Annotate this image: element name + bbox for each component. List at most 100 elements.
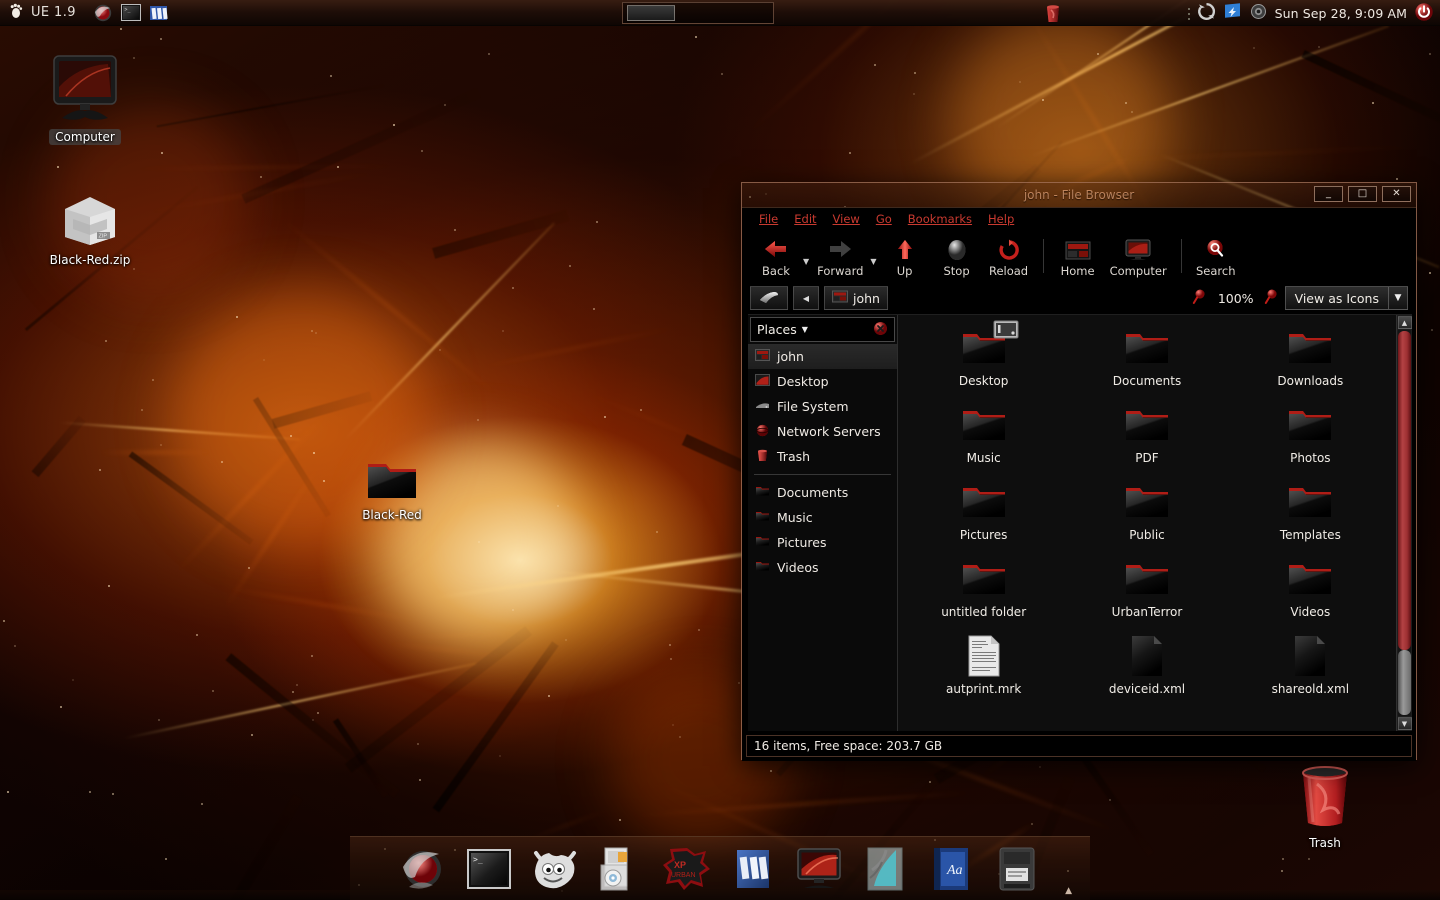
- file-item[interactable]: untitled folder: [902, 554, 1065, 631]
- file-item[interactable]: Photos: [1229, 400, 1392, 477]
- file-item[interactable]: PDF: [1065, 400, 1228, 477]
- sidebar-item-music[interactable]: Music: [748, 505, 897, 530]
- breadcrumb-prev-button[interactable]: ◀: [793, 286, 819, 310]
- terminal-icon[interactable]: >_: [120, 3, 142, 23]
- desktop-icon-label: Trash: [1303, 835, 1347, 851]
- menu-view[interactable]: View: [826, 210, 867, 228]
- printer-icon[interactable]: [989, 843, 1045, 895]
- file-item[interactable]: shareold.xml: [1229, 631, 1392, 708]
- reload-button-label: Reload: [989, 264, 1028, 278]
- location-edit-button[interactable]: [750, 286, 788, 310]
- file-item[interactable]: deviceid.xml: [1065, 631, 1228, 708]
- breadcrumb-left-arrow-icon: ◀: [803, 294, 809, 303]
- vertical-scrollbar[interactable]: ▲ ▼: [1396, 315, 1412, 731]
- menu-go[interactable]: Go: [869, 210, 899, 228]
- game-icon[interactable]: XP URBAN: [659, 843, 715, 895]
- web-browser-icon[interactable]: [92, 3, 114, 23]
- computer-button[interactable]: Computer: [1104, 234, 1173, 279]
- zoom-out-icon[interactable]: [1192, 288, 1208, 309]
- applications-menu-button[interactable]: UE 1.9: [0, 0, 76, 25]
- file-item[interactable]: autprint.mrk: [902, 631, 1065, 708]
- desktop-icon-trash[interactable]: Trash: [1270, 768, 1380, 851]
- sidebar-item-desktop[interactable]: Desktop: [748, 369, 897, 394]
- power-icon[interactable]: [1414, 2, 1434, 25]
- menu-file[interactable]: File: [752, 210, 785, 228]
- minimize-button[interactable]: _: [1314, 186, 1343, 202]
- desktop-icon-computer[interactable]: Computer: [30, 62, 140, 145]
- sidebar-item-file-system[interactable]: File System: [748, 394, 897, 419]
- chevron-down-icon: ▼: [1389, 293, 1407, 303]
- applications-menu-label: UE 1.9: [31, 5, 76, 20]
- location-bar: ◀ john 100% View as Icons ▼: [742, 282, 1416, 314]
- maximize-button[interactable]: □: [1348, 186, 1377, 202]
- files-icon[interactable]: [725, 843, 781, 895]
- update-manager-icon[interactable]: [1197, 2, 1216, 24]
- back-dropdown-icon[interactable]: ▼: [803, 257, 809, 266]
- close-button[interactable]: ✕: [1382, 186, 1411, 202]
- sidebar-item-videos[interactable]: Videos: [748, 555, 897, 580]
- close-sidebar-icon[interactable]: [873, 321, 888, 339]
- sidebar-item-pictures[interactable]: Pictures: [748, 530, 897, 555]
- clock[interactable]: Sun Sep 28, 9:09 AM: [1275, 6, 1407, 21]
- file-item[interactable]: Videos: [1229, 554, 1392, 631]
- search-button[interactable]: Search: [1190, 234, 1242, 279]
- file-item[interactable]: Music: [902, 400, 1065, 477]
- network-icon[interactable]: [1223, 2, 1242, 24]
- stop-button[interactable]: Stop: [931, 234, 983, 279]
- sidebar-item-network-servers[interactable]: Network Servers: [748, 419, 897, 444]
- sidebar-item-label: Network Servers: [777, 424, 881, 439]
- sidebar-item-john[interactable]: john: [748, 344, 897, 369]
- media-icon[interactable]: [857, 843, 913, 895]
- task-window-button[interactable]: [622, 2, 774, 24]
- forward-dropdown-icon[interactable]: ▼: [870, 257, 876, 266]
- sidebar-item-label: Trash: [777, 449, 810, 464]
- menu-bookmarks[interactable]: Bookmarks: [901, 210, 979, 228]
- window-titlebar[interactable]: john - File Browser _ □ ✕: [742, 183, 1416, 207]
- menubar: File Edit View Go Bookmarks Help: [742, 208, 1416, 230]
- scrollbar-thumb[interactable]: [1398, 331, 1411, 650]
- file-item[interactable]: Public: [1065, 477, 1228, 554]
- sidebar-item-documents[interactable]: Documents: [748, 480, 897, 505]
- up-button[interactable]: Up: [879, 234, 931, 279]
- forward-button[interactable]: Forward: [811, 234, 869, 279]
- scroll-down-arrow-icon[interactable]: ▼: [1398, 717, 1412, 730]
- menu-edit[interactable]: Edit: [787, 210, 823, 228]
- scrollbar-track-remainder[interactable]: [1398, 650, 1411, 715]
- scrollbar-track[interactable]: [1398, 330, 1411, 716]
- places-header-label: Places: [757, 322, 797, 337]
- scroll-up-arrow-icon[interactable]: ▲: [1398, 316, 1412, 329]
- home-folder-icon: [755, 349, 770, 364]
- folder-icon: [961, 400, 1007, 450]
- view-as-dropdown[interactable]: View as Icons ▼: [1285, 286, 1408, 310]
- software-center-icon[interactable]: [593, 843, 649, 895]
- sidebar-item-trash[interactable]: Trash: [748, 444, 897, 469]
- dock-expand-arrow-icon[interactable]: ▲: [1065, 886, 1072, 896]
- desktop-icon-archive[interactable]: ZIP Black-Red.zip: [35, 185, 145, 268]
- statusbar: 16 items, Free space: 203.7 GB: [746, 735, 1412, 757]
- trash-applet-icon[interactable]: [1042, 2, 1064, 24]
- icon-grid: Desktop Documents Downloads Music PDF Ph…: [898, 315, 1396, 731]
- file-item[interactable]: Desktop: [902, 323, 1065, 400]
- home-button[interactable]: Home: [1052, 234, 1104, 279]
- file-item[interactable]: Downloads: [1229, 323, 1392, 400]
- file-item[interactable]: Pictures: [902, 477, 1065, 554]
- firefox-icon[interactable]: [395, 843, 451, 895]
- reload-button[interactable]: Reload: [983, 234, 1035, 279]
- places-header[interactable]: Places ▼: [750, 317, 895, 342]
- desktop-icon-folder[interactable]: Black-Red: [337, 440, 447, 523]
- file-item[interactable]: UrbanTerror: [1065, 554, 1228, 631]
- file-item[interactable]: Templates: [1229, 477, 1392, 554]
- zoom-in-icon[interactable]: [1264, 288, 1280, 309]
- back-button[interactable]: Back: [750, 234, 802, 279]
- breadcrumb-john-button[interactable]: john: [824, 286, 888, 310]
- terminal-icon[interactable]: >_: [461, 843, 517, 895]
- file-item[interactable]: Documents: [1065, 323, 1228, 400]
- file-item-label: untitled folder: [941, 605, 1026, 619]
- gimp-icon[interactable]: [527, 843, 583, 895]
- volume-icon[interactable]: [1249, 2, 1268, 24]
- menu-help[interactable]: Help: [981, 210, 1021, 228]
- dictionary-icon[interactable]: Aa: [923, 843, 979, 895]
- text-editor-icon[interactable]: [148, 3, 170, 23]
- up-arrow-icon: [894, 236, 916, 262]
- monitor-icon[interactable]: [791, 843, 847, 895]
